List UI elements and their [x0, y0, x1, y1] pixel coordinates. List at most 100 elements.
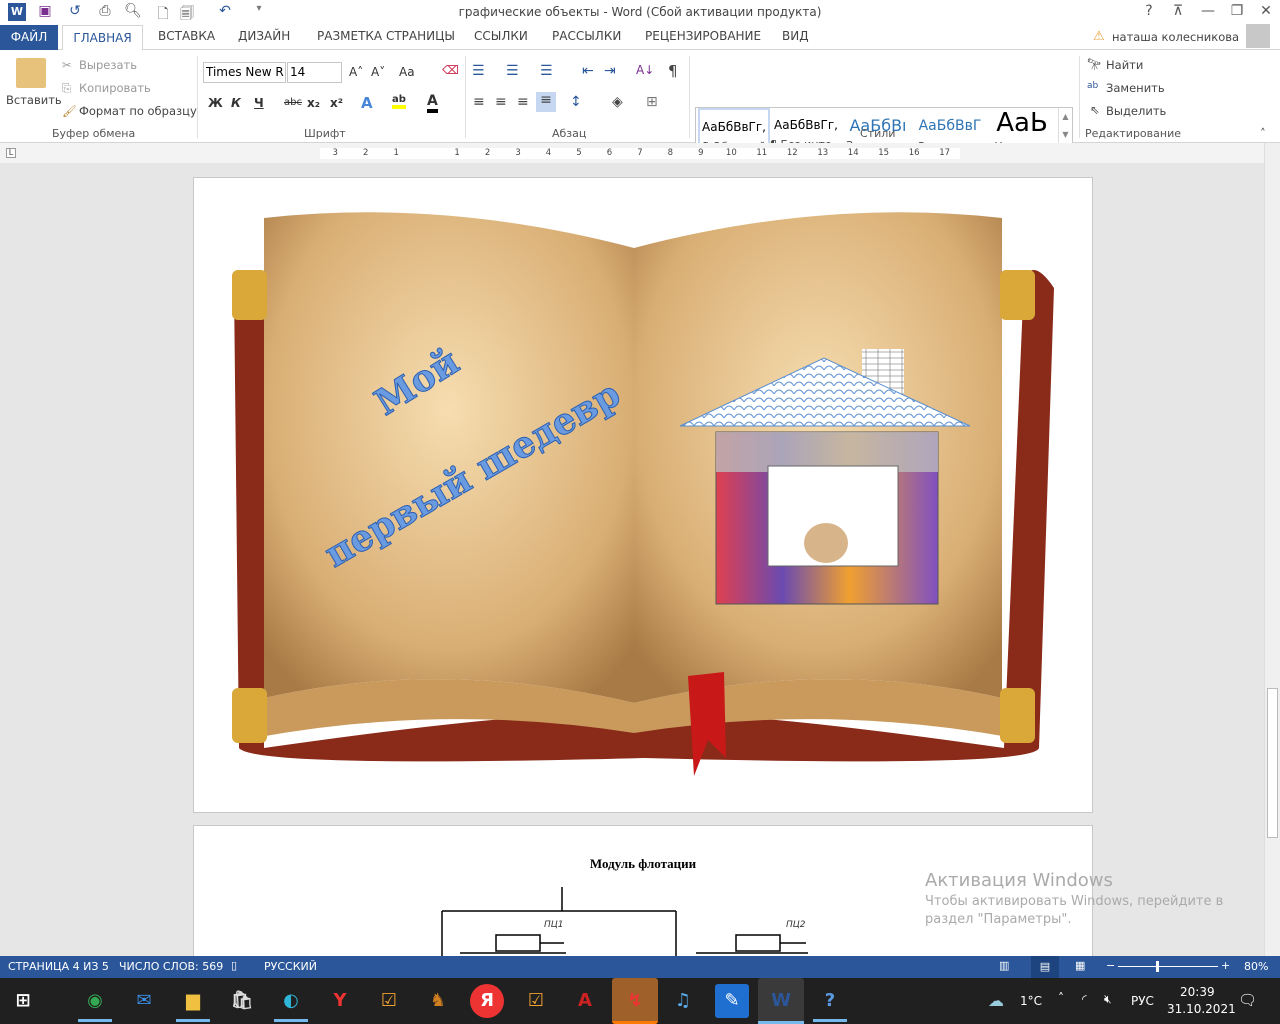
- autocad-icon[interactable]: A: [568, 984, 602, 1018]
- cut-button[interactable]: Вырезать: [79, 58, 137, 72]
- tab-selector[interactable]: L: [6, 148, 16, 158]
- input-language[interactable]: РУС: [1131, 994, 1154, 1008]
- page-count[interactable]: СТРАНИЦА 4 ИЗ 5: [8, 960, 109, 973]
- sort-button[interactable]: A↓: [636, 63, 654, 77]
- edge-icon[interactable]: ◐: [274, 984, 308, 1022]
- user-name[interactable]: наташа колесникова: [1112, 30, 1239, 44]
- line-spacing-button[interactable]: ↕: [570, 94, 582, 110]
- tab-review[interactable]: РЕЦЕНЗИРОВАНИЕ: [645, 29, 761, 43]
- mail-icon[interactable]: ✉: [127, 984, 161, 1018]
- ruler-mark: 13: [817, 148, 829, 158]
- scrollbar-thumb[interactable]: [1267, 688, 1278, 838]
- file-explorer-icon[interactable]: ▆: [176, 984, 210, 1022]
- subscript-button[interactable]: x₂: [307, 96, 320, 110]
- align-right-button[interactable]: ≡: [517, 94, 529, 110]
- bold-button[interactable]: Ж: [208, 96, 223, 110]
- read-mode-icon[interactable]: ▥: [999, 959, 1009, 972]
- word-taskbar-icon[interactable]: W: [758, 978, 804, 1024]
- proofing-icon[interactable]: ▯: [231, 959, 237, 972]
- zoom-out-button[interactable]: −: [1106, 959, 1115, 972]
- align-left-button[interactable]: ≡: [473, 94, 485, 110]
- chrome-icon[interactable]: ◉: [78, 984, 112, 1022]
- tasks-icon[interactable]: ☑: [372, 984, 406, 1018]
- print-layout-icon[interactable]: ▤: [1031, 956, 1059, 978]
- notifications-icon[interactable]: 🗨︎: [1238, 991, 1257, 1009]
- cat-image: [804, 523, 848, 563]
- bullets-button[interactable]: ☰: [472, 63, 485, 79]
- restore-button[interactable]: ❐: [1225, 3, 1249, 19]
- tab-design[interactable]: ДИЗАЙН: [238, 29, 290, 43]
- multilevel-list-button[interactable]: ☰: [540, 63, 553, 79]
- word-count[interactable]: ЧИСЛО СЛОВ: 569: [119, 960, 223, 973]
- format-painter-button[interactable]: Формат по образцу: [79, 104, 197, 118]
- underline-button[interactable]: Ч: [254, 96, 264, 110]
- music-app-icon[interactable]: ♫: [666, 984, 700, 1018]
- change-case-button[interactable]: Aa: [399, 65, 415, 79]
- vertical-scrollbar[interactable]: [1264, 143, 1280, 956]
- font-name-select[interactable]: Times New R: [203, 62, 286, 83]
- yandex-icon[interactable]: Я: [470, 984, 504, 1018]
- numbering-button[interactable]: ☰: [506, 63, 519, 79]
- italic-button[interactable]: К: [231, 96, 241, 110]
- grow-font-button[interactable]: A˄: [349, 65, 363, 79]
- find-button[interactable]: Найти: [1106, 58, 1143, 72]
- game-icon[interactable]: ♞: [421, 984, 455, 1018]
- ruler-mark: 9: [698, 148, 704, 158]
- volume-muted-icon[interactable]: 🔇︎: [1104, 992, 1112, 1007]
- avatar[interactable]: [1246, 24, 1270, 48]
- ribbon-display-button[interactable]: ⊼: [1166, 3, 1190, 19]
- paste-button[interactable]: Вставить: [6, 93, 62, 107]
- shrink-font-button[interactable]: A˅: [371, 65, 385, 79]
- zoom-level[interactable]: 80%: [1244, 960, 1268, 973]
- help-button[interactable]: ?: [1137, 3, 1161, 19]
- yandex-browser-icon[interactable]: Y: [323, 984, 357, 1018]
- start-button[interactable]: ⊞: [6, 984, 40, 1018]
- borders-button[interactable]: ⊞: [646, 94, 658, 110]
- text-effects-button[interactable]: A: [361, 94, 373, 112]
- copy-button[interactable]: Копировать: [79, 81, 151, 95]
- superscript-button[interactable]: x²: [330, 96, 343, 110]
- wifi-icon[interactable]: ◜: [1082, 992, 1087, 1006]
- tab-layout[interactable]: РАЗМЕТКА СТРАНИЦЫ: [317, 29, 455, 43]
- zoom-slider[interactable]: [1118, 961, 1218, 972]
- tasks2-icon[interactable]: ☑: [519, 984, 553, 1018]
- minimize-button[interactable]: —: [1196, 3, 1220, 19]
- zoom-in-button[interactable]: +: [1221, 959, 1230, 972]
- shading-button[interactable]: ◈: [612, 94, 623, 110]
- clock-date[interactable]: 31.10.2021: [1167, 1002, 1236, 1016]
- tab-view[interactable]: ВИД: [782, 29, 809, 43]
- tab-mailings[interactable]: РАССЫЛКИ: [552, 29, 621, 43]
- web-layout-icon[interactable]: ▦: [1075, 959, 1085, 972]
- active-app-icon[interactable]: ↯: [612, 978, 658, 1024]
- replace-button[interactable]: Заменить: [1106, 81, 1165, 95]
- clear-format-icon[interactable]: ⌫: [442, 63, 459, 77]
- format-painter-icon: 🖌: [62, 104, 77, 118]
- show-marks-button[interactable]: ¶: [668, 62, 678, 80]
- decrease-indent-button[interactable]: ⇤: [582, 63, 594, 79]
- tab-home[interactable]: ГЛАВНАЯ: [62, 25, 143, 51]
- tray-chevron-icon[interactable]: ˄: [1058, 991, 1064, 1005]
- increase-indent-button[interactable]: ⇥: [604, 63, 616, 79]
- paste-icon[interactable]: [16, 58, 46, 88]
- zoom-slider-thumb[interactable]: [1156, 961, 1159, 972]
- tab-references[interactable]: ССЫЛКИ: [474, 29, 528, 43]
- font-size-select[interactable]: 14: [287, 62, 342, 83]
- align-center-button[interactable]: ≡: [495, 94, 507, 110]
- select-button[interactable]: Выделить: [1106, 104, 1166, 118]
- language[interactable]: РУССКИЙ: [264, 960, 317, 973]
- strikethrough-button[interactable]: abc: [284, 97, 302, 108]
- collapse-ribbon-icon[interactable]: ˄: [1260, 126, 1266, 140]
- horizontal-ruler[interactable]: 3 2 1 1 2 3 4 5 6 7 8 9 10 11 12 13 14 15 16 17: [320, 148, 960, 159]
- store-icon[interactable]: 🛍︎: [225, 984, 259, 1018]
- clock-time[interactable]: 20:39: [1180, 985, 1215, 999]
- help-app-icon[interactable]: ?: [813, 984, 847, 1022]
- close-button[interactable]: ✕: [1254, 3, 1278, 19]
- font-color-button[interactable]: A: [427, 93, 438, 113]
- weather-temp[interactable]: 1°C: [1020, 994, 1042, 1008]
- editor-icon[interactable]: ✎: [715, 984, 749, 1018]
- highlight-button[interactable]: ab: [392, 94, 406, 109]
- justify-button[interactable]: ≡: [536, 92, 556, 112]
- tab-file[interactable]: ФАЙЛ: [0, 25, 58, 50]
- weather-icon[interactable]: ☁: [988, 991, 1004, 1010]
- tab-insert[interactable]: ВСТАВКА: [158, 29, 215, 43]
